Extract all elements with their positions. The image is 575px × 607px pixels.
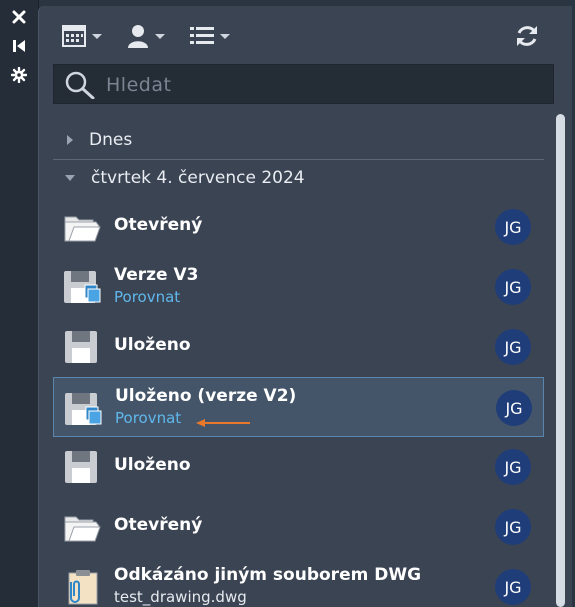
history-entry-saved[interactable]: Uloženo JG <box>53 316 544 376</box>
search-box <box>53 64 554 105</box>
group-label: Dnes <box>89 130 133 150</box>
entry-title: Uloženo (verze V2) <box>115 386 297 406</box>
list-filter-button[interactable] <box>190 20 230 52</box>
refresh-icon <box>517 26 537 46</box>
settings-gear-icon <box>11 67 27 83</box>
avatar: JG <box>496 390 532 426</box>
collapse-button[interactable] <box>8 35 30 57</box>
entry-title: Uloženo <box>114 335 191 355</box>
save-compare-icon <box>64 271 101 303</box>
history-entry-version-v2[interactable]: Uloženo (verze V2) Porovnat JG <box>53 377 544 437</box>
avatar: JG <box>495 269 531 305</box>
avatar: JG <box>495 509 531 545</box>
history-list: Dnes čtvrtek 4. července 2024 Otevřený J… <box>39 112 572 607</box>
floppy-disk-icon <box>65 451 97 483</box>
list-icon <box>190 27 214 44</box>
entry-title: Otevřený <box>114 515 203 535</box>
group-today[interactable]: Dnes <box>53 122 132 158</box>
side-strip <box>0 0 39 607</box>
history-entry-version-v3[interactable]: Verze V3 Porovnat JG <box>53 256 544 316</box>
scrollbar[interactable] <box>556 114 565 607</box>
entry-filename: test_drawing.dwg <box>114 588 247 606</box>
entry-title: Uloženo <box>114 455 191 475</box>
group-label: čtvrtek 4. července 2024 <box>91 168 305 188</box>
chevron-down-icon <box>155 33 165 39</box>
history-entry-opened[interactable]: Otevřený JG <box>53 496 544 556</box>
attachment-clipboard-icon <box>68 570 98 605</box>
history-entry-saved[interactable]: Uloženo JG <box>53 436 544 496</box>
entry-title: Otevřený <box>114 215 203 235</box>
search-input[interactable] <box>104 65 548 105</box>
refresh-button[interactable] <box>514 20 540 52</box>
avatar: JG <box>495 569 531 605</box>
calendar-filter-button[interactable] <box>62 20 102 52</box>
chevron-down-icon <box>92 33 102 39</box>
settings-button[interactable] <box>8 64 30 86</box>
close-button[interactable] <box>8 6 30 28</box>
search-icon <box>65 71 95 99</box>
history-entry-opened[interactable]: Otevřený JG <box>53 196 544 256</box>
floppy-disk-icon <box>65 331 97 363</box>
avatar: JG <box>495 449 531 485</box>
skip-back-icon <box>13 40 25 52</box>
history-entry-referenced[interactable]: Odkázáno jiným souborem DWG test_drawing… <box>53 556 544 607</box>
collapse-arrow-icon <box>65 175 75 181</box>
compare-link[interactable]: Porovnat <box>115 409 181 427</box>
history-panel: Dnes čtvrtek 4. července 2024 Otevřený J… <box>38 6 572 607</box>
close-icon <box>12 10 26 24</box>
expand-arrow-icon <box>67 135 73 145</box>
chevron-down-icon <box>220 33 230 39</box>
user-icon <box>128 25 148 48</box>
compare-link[interactable]: Porovnat <box>114 288 180 306</box>
entry-title: Verze V3 <box>114 265 199 285</box>
folder-open-icon <box>64 216 101 242</box>
folder-open-icon <box>64 516 101 542</box>
avatar: JG <box>495 209 531 245</box>
avatar: JG <box>495 329 531 365</box>
toolbar <box>39 6 572 64</box>
user-filter-button[interactable] <box>127 20 165 52</box>
calendar-icon <box>62 25 86 47</box>
entry-title: Odkázáno jiným souborem DWG <box>114 565 422 585</box>
annotation-arrow-icon <box>196 419 250 427</box>
save-compare-icon <box>65 393 102 425</box>
group-date[interactable]: čtvrtek 4. července 2024 <box>53 160 305 196</box>
